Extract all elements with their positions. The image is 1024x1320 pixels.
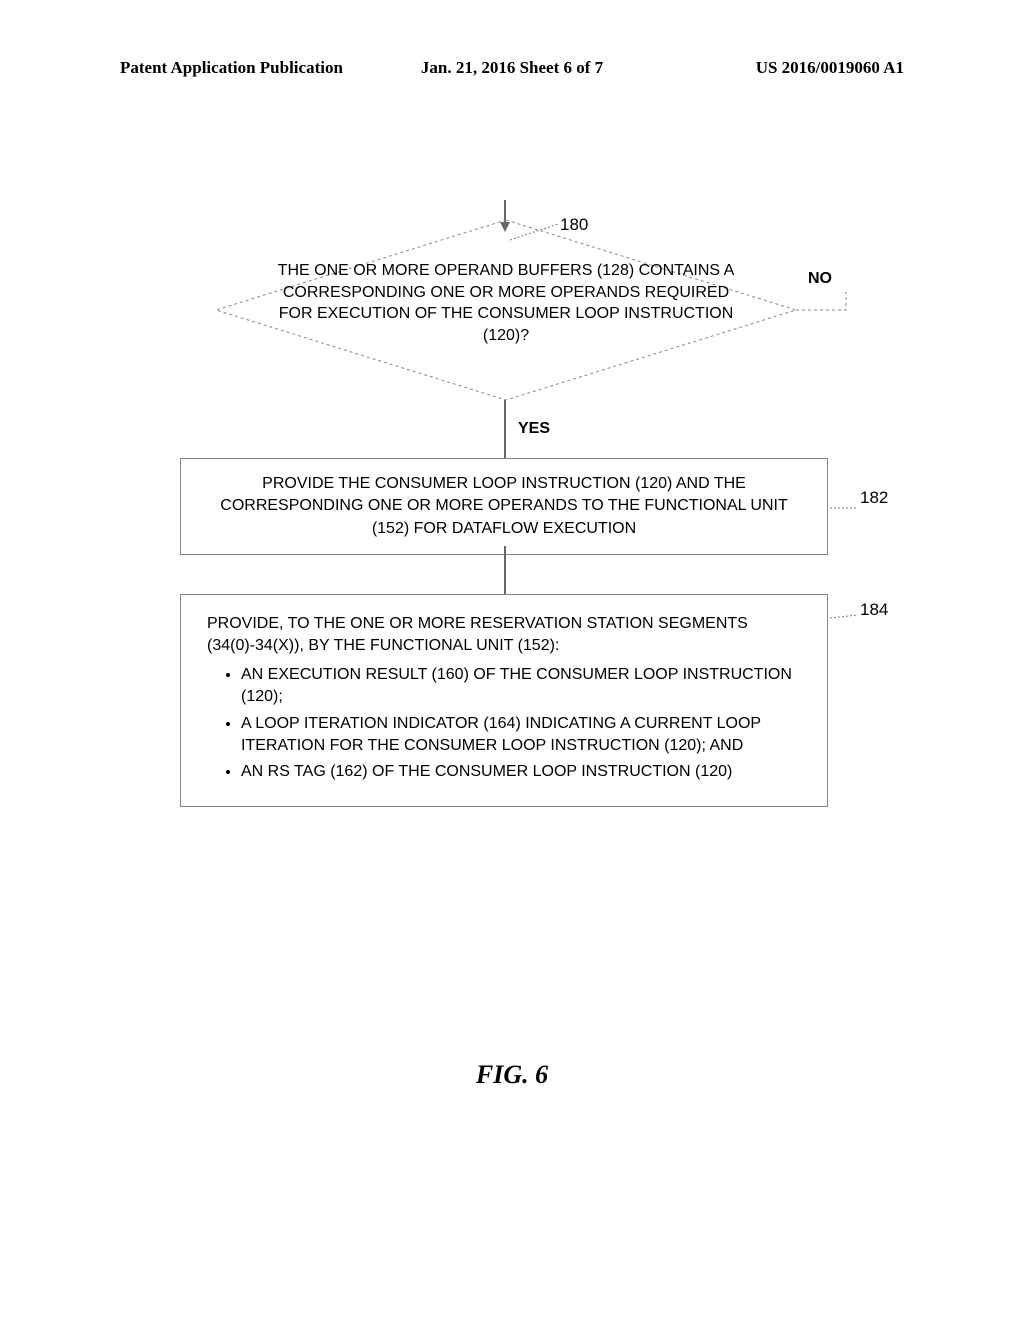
leader-180 [510,222,560,242]
process-node-182: PROVIDE THE CONSUMER LOOP INSTRUCTION (1… [180,458,828,555]
arrow-182-to-184 [504,546,506,594]
decision-node-180: THE ONE OR MORE OPERAND BUFFERS (128) CO… [216,220,796,400]
process-184-bullet: A LOOP ITERATION INDICATOR (164) INDICAT… [241,713,801,758]
process-184-bullet: AN EXECUTION RESULT (160) OF THE CONSUME… [241,664,801,709]
leader-182 [830,497,858,499]
process-184-list: AN EXECUTION RESULT (160) OF THE CONSUME… [241,664,801,784]
ref-number-184: 184 [860,600,888,620]
ref-number-182: 182 [860,488,888,508]
header-center: Jan. 21, 2016 Sheet 6 of 7 [421,58,603,78]
header-right: US 2016/0019060 A1 [756,58,904,78]
process-184-bullet: AN RS TAG (162) OF THE CONSUMER LOOP INS… [241,761,801,783]
arrow-into-decision [504,200,506,222]
leader-184 [830,608,858,610]
process-184-intro: PROVIDE, TO THE ONE OR MORE RESERVATION … [207,613,801,658]
decision-text: THE ONE OR MORE OPERAND BUFFERS (128) CO… [276,260,736,346]
page-header: Patent Application Publication Jan. 21, … [0,58,1024,78]
ref-number-180: 180 [560,215,588,235]
header-left: Patent Application Publication [120,58,343,78]
process-node-184: PROVIDE, TO THE ONE OR MORE RESERVATION … [180,594,828,807]
figure-label: FIG. 6 [0,1060,1024,1090]
branch-label-no: NO [808,270,832,288]
branch-label-yes: YES [518,420,550,438]
arrow-yes [504,400,506,458]
process-182-text: PROVIDE THE CONSUMER LOOP INSTRUCTION (1… [220,475,787,537]
